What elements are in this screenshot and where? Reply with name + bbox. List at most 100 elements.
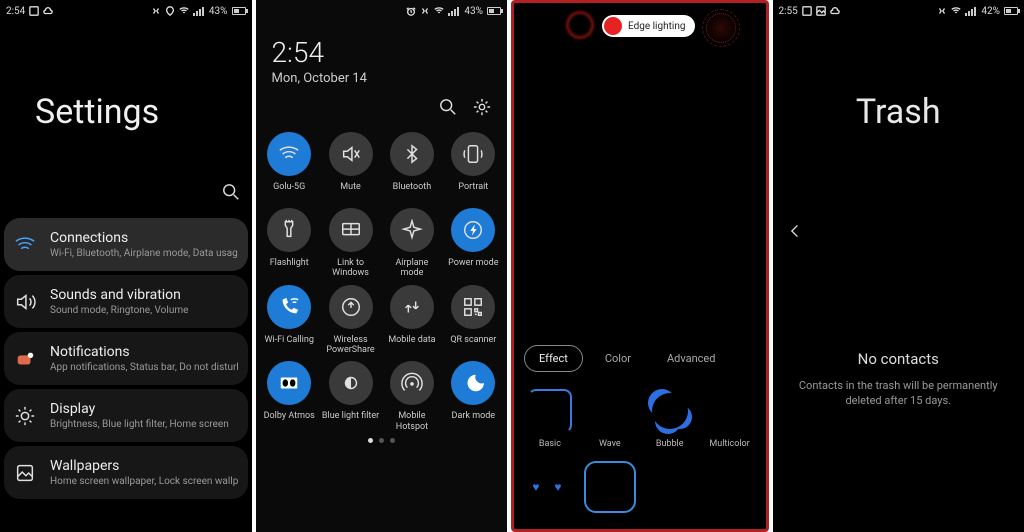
wifi-icon [179, 6, 189, 16]
effect-basic[interactable]: Basic [522, 387, 578, 459]
battery-icon [232, 7, 246, 15]
search-icon[interactable] [222, 183, 240, 201]
toggle-label: Power mode [448, 258, 498, 278]
item-sub: Home screen wallpaper, Lock screen wallp… [50, 476, 238, 487]
mute-icon [329, 132, 373, 176]
hotspot-icon [390, 361, 434, 405]
toggle-label: Edge lighting [628, 21, 685, 32]
tab-effect[interactable]: Effect [524, 345, 583, 372]
toggle-wifi[interactable]: Golu-5G [260, 132, 319, 202]
toggle-power[interactable]: Power mode [444, 208, 503, 279]
toggle-airplane[interactable]: Airplane mode [382, 208, 441, 279]
edge-glow-decoration [564, 9, 596, 41]
toggle-label: Link to Windows [322, 258, 380, 279]
signal-icon [448, 6, 460, 16]
toggle-label: Blue light filter [322, 411, 379, 431]
page-dot [390, 438, 395, 443]
effect-thumb [646, 387, 694, 435]
pshare-icon [329, 285, 373, 329]
toggle-label: Airplane mode [383, 258, 441, 279]
date: Mon, October 14 [272, 71, 492, 86]
status-time: 2:54 [6, 6, 25, 17]
toggle-bluetooth[interactable]: Bluetooth [382, 132, 441, 202]
linkwin-icon [329, 208, 373, 252]
item-sub: App notifications, Status bar, Do not di… [50, 362, 238, 373]
page-dot [368, 438, 373, 443]
effect-fireworks[interactable] [582, 463, 638, 529]
trash-header: Trash [773, 22, 1024, 132]
settings-item-display[interactable]: Display Brightness, Blue light filter, H… [4, 389, 248, 442]
effects-grid: Basic Wave Bubble Multicolor [514, 383, 766, 529]
wifi-icon [434, 6, 444, 16]
toggle-portrait[interactable]: Portrait [444, 132, 503, 202]
battery-icon [487, 7, 501, 15]
portrait-icon [451, 132, 495, 176]
battery-icon [1004, 7, 1018, 15]
settings-header: Settings [0, 22, 252, 132]
toggle-linkwin[interactable]: Link to Windows [321, 208, 380, 279]
edge-lighting-toggle[interactable]: Edge lighting [602, 15, 695, 37]
settings-gear-icon[interactable] [473, 98, 491, 116]
effect-hearts[interactable] [522, 463, 578, 529]
effect-thumb [526, 463, 574, 511]
wifi-icon [267, 132, 311, 176]
power-icon [451, 208, 495, 252]
cloud-icon [830, 6, 840, 16]
item-title: Notifications [50, 344, 238, 360]
panel-tools [256, 88, 508, 122]
effect-extra[interactable] [702, 463, 758, 529]
battery-pct: 43% [209, 6, 228, 17]
settings-item-notifications[interactable]: Notifications App notifications, Status … [4, 332, 248, 385]
item-sub: Sound mode, Ringtone, Volume [50, 305, 238, 316]
toggle-label: Flashlight [270, 258, 309, 278]
back-button[interactable] [787, 220, 803, 244]
settings-item-sounds[interactable]: Sounds and vibration Sound mode, Rington… [4, 275, 248, 328]
toggle-mdata[interactable]: Mobile data [382, 285, 441, 356]
settings-item-wallpapers[interactable]: Wallpapers Home screen wallpaper, Lock s… [4, 446, 248, 499]
notifications-icon [14, 348, 36, 370]
battery-pct: 43% [464, 6, 483, 17]
toggle-bluelight[interactable]: Blue light filter [321, 361, 380, 432]
vibrate-icon [151, 6, 161, 16]
wificall-icon [267, 285, 311, 329]
mdata-icon [390, 285, 434, 329]
vibrate-icon [420, 6, 430, 16]
toggle-dolby[interactable]: Dolby Atmos [260, 361, 319, 432]
tab-advanced[interactable]: Advanced [653, 346, 729, 371]
toggle-mute[interactable]: Mute [321, 132, 380, 202]
vibrate-icon [937, 6, 947, 16]
effect-bubble[interactable]: Bubble [642, 387, 698, 459]
settings-item-connections[interactable]: Connections Wi-Fi, Bluetooth, Airplane m… [4, 218, 248, 271]
toggle-flashlight[interactable]: Flashlight [260, 208, 319, 279]
battery-pct: 42% [981, 6, 1000, 17]
toggle-dark[interactable]: Dark mode [444, 361, 503, 432]
toggle-label: Bluetooth [393, 182, 432, 202]
quick-panel-screen: 43% 2:54 Mon, October 14 Golu-5GMute Blue… [256, 0, 508, 532]
signal-icon [193, 6, 205, 16]
effect-multicolor[interactable]: Multicolor [702, 387, 758, 459]
status-bar: 43% [256, 0, 508, 22]
item-title: Display [50, 401, 238, 417]
status-bar: 2:55 42% [773, 0, 1024, 22]
search-icon[interactable] [439, 98, 457, 116]
panel-header: 2:54 Mon, October 14 [256, 22, 508, 88]
airplane-icon [390, 208, 434, 252]
empty-subtitle: Contacts in the trash will be permanentl… [773, 378, 1024, 409]
toggle-qr[interactable]: QR scanner [444, 285, 503, 356]
effect-label: Multicolor [709, 439, 749, 449]
effect-glitter[interactable] [642, 463, 698, 529]
wifi-icon [14, 234, 36, 256]
effect-label: Basic [539, 439, 561, 449]
toggle-wificall[interactable]: Wi-Fi Calling [260, 285, 319, 356]
effect-wave[interactable]: Wave [582, 387, 638, 459]
tab-color[interactable]: Color [591, 346, 645, 371]
toggle-label: Dolby Atmos [264, 411, 315, 431]
bluetooth-icon [390, 132, 434, 176]
toggle-hotspot[interactable]: Mobile Hotspot [382, 361, 441, 432]
page-title: Trash [773, 92, 1024, 132]
signal-icon [965, 6, 977, 16]
toggle-pshare[interactable]: Wireless PowerShare [321, 285, 380, 356]
quick-toggle-grid: Golu-5GMute Bluetooth Portrait Flashlight Li… [256, 122, 508, 432]
settings-screen: 2:54 43% Settings Connections Wi-Fi, Blu… [0, 0, 252, 532]
empty-state: No contacts Contacts in the trash will b… [773, 350, 1024, 409]
